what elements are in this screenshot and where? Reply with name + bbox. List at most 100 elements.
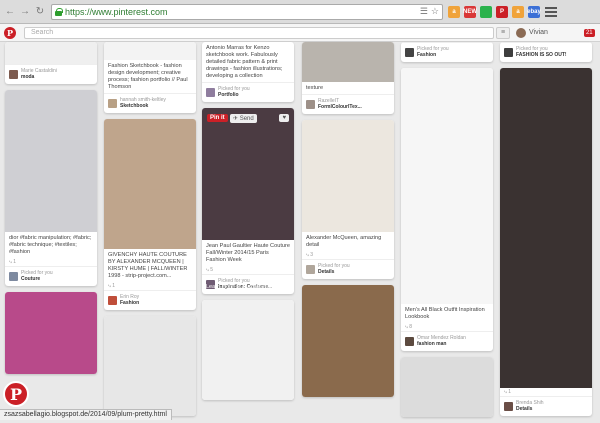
avatar xyxy=(405,336,414,346)
repin-count: ⤷ 1 xyxy=(9,259,16,265)
search-options-icon[interactable]: ≡ xyxy=(496,26,510,39)
pin-description: dior #fabric manipulation; #fabric; #fab… xyxy=(9,235,92,255)
pin-attribution[interactable]: Omar Mendez Roldan fashion man xyxy=(401,331,493,351)
pin-image[interactable] xyxy=(401,68,493,304)
board-name[interactable]: moda xyxy=(21,74,57,80)
send-button[interactable]: ✈ Send xyxy=(230,114,257,123)
pin-image[interactable] xyxy=(302,285,394,397)
pin-card[interactable]: texture RazelleIT FormlColourlTex... xyxy=(302,42,394,114)
pin-attribution[interactable]: Picked for you Couture xyxy=(5,266,97,286)
pin-image[interactable] xyxy=(202,108,294,240)
board-name[interactable]: Couture xyxy=(21,276,53,282)
avatar xyxy=(9,69,18,79)
pin-card[interactable]: Alexander McQueen, amazing detail ⤷ 3 Pick… xyxy=(302,120,394,279)
pin-card[interactable]: ⤷ 1 Brenda Shih Details xyxy=(500,68,592,416)
pin-attribution[interactable]: Picked for you Fashion xyxy=(401,42,493,62)
pin-image[interactable] xyxy=(302,42,394,82)
status-bar: zsazsabellagio.blogspot.de/2014/09/plum-… xyxy=(0,409,172,420)
pin-image[interactable] xyxy=(104,42,196,60)
pin-card[interactable] xyxy=(5,292,97,374)
board-name[interactable]: Details xyxy=(516,406,544,412)
pin-card[interactable] xyxy=(104,316,196,416)
pin-card[interactable]: Picked for you Fashion xyxy=(401,42,493,62)
board-name[interactable]: fashion man xyxy=(417,341,466,347)
avatar xyxy=(405,47,414,57)
pin-image[interactable] xyxy=(302,120,394,232)
url-text[interactable]: https://www.pinterest.com xyxy=(65,7,417,17)
pin-card[interactable]: Marie Castaldini moda xyxy=(5,42,97,84)
browser-menu-icon[interactable] xyxy=(545,6,557,17)
pin-attribution[interactable]: Brenda Shih Details xyxy=(500,396,592,416)
pin-card[interactable] xyxy=(302,285,394,397)
pin-attribution[interactable]: Marie Castaldini moda xyxy=(5,64,97,84)
back-arrow-icon[interactable]: ← xyxy=(4,6,16,18)
avatar xyxy=(108,295,117,305)
pin-card[interactable]: Picked for you FASHION IS SO OUT! xyxy=(500,42,592,62)
pin-image[interactable] xyxy=(202,300,294,400)
page-menu-icon[interactable]: ☰ xyxy=(420,6,428,17)
new-ext-icon[interactable]: NEW xyxy=(463,5,477,18)
pin-description: texture xyxy=(306,85,324,91)
pin-card[interactable]: Fashion Sketchbook - fashion design deve… xyxy=(104,42,196,113)
board-name[interactable]: FormlColourlTex... xyxy=(318,104,362,110)
pin-card[interactable] xyxy=(401,357,493,417)
pin-attribution[interactable]: Picked for you Details xyxy=(302,259,394,279)
pin-attribution[interactable]: hannah smith-keltley Sketchbook xyxy=(104,93,196,113)
board-name[interactable]: Fashion xyxy=(120,300,139,306)
pinterest-floating-icon[interactable]: P xyxy=(3,381,29,407)
browser-toolbar: ← → ↻ https://www.pinterest.com ☰ ☆ a NEW… xyxy=(0,0,600,24)
amazon2-ext-icon[interactable]: a xyxy=(512,5,524,18)
source-link[interactable]: Learn more at zsazsabellagi... xyxy=(206,284,279,290)
pinterest-ext-icon[interactable]: P xyxy=(496,5,508,18)
pin-image[interactable] xyxy=(5,292,97,374)
pin-description: Fashion Sketchbook - fashion design deve… xyxy=(108,63,188,90)
pin-attribution[interactable]: Picked for you Portfolio xyxy=(202,82,294,102)
like-heart-icon[interactable]: ♥ xyxy=(279,114,289,122)
pin-image[interactable] xyxy=(104,119,196,249)
pin-image[interactable] xyxy=(500,68,592,388)
notification-badge[interactable]: 21 xyxy=(583,28,595,37)
pin-description: Antonio Marras for Kenzo sketchbook work… xyxy=(206,45,283,79)
user-name: Vivian xyxy=(529,29,548,36)
star-icon[interactable]: ☆ xyxy=(431,6,439,17)
pin-attribution[interactable]: Erin Roy Fashion xyxy=(104,290,196,310)
avatar xyxy=(306,264,315,274)
ebay-ext-icon[interactable]: ebay xyxy=(527,5,541,18)
pin-card[interactable]: dior #fabric manipulation; #fabric; #fab… xyxy=(5,90,97,286)
green-ext-icon[interactable] xyxy=(480,5,492,18)
search-input[interactable]: Search xyxy=(24,26,494,39)
board-name[interactable]: FASHION IS SO OUT! xyxy=(516,52,567,58)
pin-card[interactable]: GIVENCHY HAUTE COUTURE BY ALEXANDER MCQU… xyxy=(104,119,196,310)
address-bar[interactable]: https://www.pinterest.com ☰ ☆ xyxy=(51,3,443,20)
amazon-ext-icon[interactable]: a xyxy=(448,5,460,18)
repin-count: ⤷ 5 xyxy=(206,267,213,273)
reload-icon[interactable]: ↻ xyxy=(34,6,46,18)
board-name[interactable]: Portfolio xyxy=(218,92,250,98)
pin-image[interactable] xyxy=(5,42,97,64)
pin-card[interactable]: Antonio Marras for Kenzo sketchbook work… xyxy=(202,42,294,102)
board-name[interactable]: Details xyxy=(318,269,350,275)
search-placeholder: Search xyxy=(31,29,54,36)
avatar xyxy=(108,98,117,108)
avatar xyxy=(504,47,513,57)
avatar xyxy=(516,27,526,38)
board-name[interactable]: Sketchbook xyxy=(120,103,166,109)
pin-card[interactable] xyxy=(202,300,294,400)
repin-count: ⤷ 1 xyxy=(504,389,511,395)
pin-description: GIVENCHY HAUTE COUTURE BY ALEXANDER MCQU… xyxy=(108,252,188,279)
pin-attribution[interactable]: Picked for you FASHION IS SO OUT! xyxy=(500,42,592,62)
pin-image[interactable] xyxy=(5,90,97,232)
pin-attribution[interactable]: RazelleIT FormlColourlTex... xyxy=(302,94,394,114)
avatar xyxy=(206,87,215,97)
pin-it-button[interactable]: Pin it xyxy=(207,114,228,122)
pin-image[interactable] xyxy=(104,316,196,416)
avatar xyxy=(504,401,513,411)
forward-arrow-icon[interactable]: → xyxy=(19,6,31,18)
board-name[interactable]: Fashion xyxy=(417,52,449,58)
pin-card[interactable]: Men's All Black Outfit Inspiration Lookb… xyxy=(401,68,493,351)
pinterest-logo-icon[interactable]: P xyxy=(4,26,16,39)
user-profile-button[interactable]: Vivian xyxy=(516,27,548,38)
pin-card[interactable]: Pin it ✈ Send ♥ Learn more at zsazsabellagi… xyxy=(202,108,294,294)
pin-image[interactable] xyxy=(401,357,493,417)
repin-count: ⤷ 3 xyxy=(306,252,313,258)
